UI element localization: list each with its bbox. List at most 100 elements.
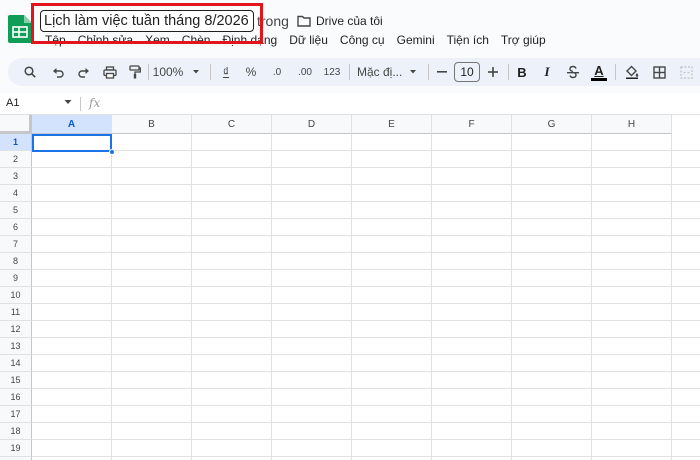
chevron-down-icon — [193, 70, 200, 74]
document-title-input[interactable]: Lịch làm việc tuần tháng 8/2026 — [40, 10, 254, 32]
merge-cells-button[interactable] — [676, 58, 696, 86]
menu-extensions[interactable]: Tiện ích — [447, 31, 489, 49]
row-header-3[interactable]: 3 — [0, 168, 32, 185]
search-menus-button[interactable] — [20, 58, 40, 86]
column-header-a[interactable]: A — [32, 115, 112, 134]
row-header-10[interactable]: 10 — [0, 287, 32, 304]
grid-row-line — [32, 252, 700, 253]
increase-font-size-button[interactable] — [485, 58, 501, 86]
decrease-decimals-label: .0 — [272, 66, 282, 78]
column-header-b[interactable]: B — [112, 115, 192, 134]
fill-handle[interactable] — [109, 149, 115, 155]
paint-bucket-icon — [626, 65, 639, 79]
chevron-down-icon[interactable] — [64, 99, 72, 105]
row-header-7[interactable]: 7 — [0, 236, 32, 253]
number-format-button[interactable]: 123 — [320, 58, 344, 86]
row-header-8[interactable]: 8 — [0, 253, 32, 270]
spreadsheet-grid[interactable]: ABCDEFGH1234567891011121314151617181920 — [0, 115, 700, 460]
paint-format-button[interactable] — [125, 58, 145, 86]
font-size-input[interactable]: 10 — [454, 62, 480, 82]
text-color-swatch — [591, 77, 607, 81]
title-bar: Lịch làm việc tuần tháng 8/2026 trong Dr… — [0, 0, 700, 54]
row-header-12[interactable]: 12 — [0, 321, 32, 338]
menu-gemini[interactable]: Gemini — [397, 31, 435, 49]
row-header-14[interactable]: 14 — [0, 355, 32, 372]
text-color-button[interactable]: A — [589, 58, 609, 86]
row-header-6[interactable]: 6 — [0, 219, 32, 236]
print-icon — [103, 65, 117, 79]
menu-help[interactable]: Trợ giúp — [501, 31, 546, 49]
grid-row-line — [32, 303, 700, 304]
fx-icon: fx — [89, 96, 101, 110]
grid-row-line — [32, 150, 700, 151]
name-box[interactable]: A1 — [6, 97, 19, 109]
text-color-letter: A — [594, 62, 604, 78]
folder-icon[interactable] — [297, 15, 311, 27]
column-header-g[interactable]: G — [512, 115, 592, 134]
column-header-e[interactable]: E — [352, 115, 432, 134]
column-header-d[interactable]: D — [272, 115, 352, 134]
row-header-4[interactable]: 4 — [0, 185, 32, 202]
toolbar: 100% ₫ % .0 .00 123 Mặc đị... 10 B I A — [8, 58, 700, 86]
menu-format[interactable]: Định dạng — [222, 31, 277, 49]
grid-row-line — [32, 456, 700, 457]
column-header-c[interactable]: C — [192, 115, 272, 134]
increase-decimals-label: .00 — [298, 66, 312, 78]
sheets-logo-icon[interactable] — [8, 15, 32, 43]
redo-icon — [78, 68, 89, 78]
zoom-value: 100% — [152, 65, 184, 79]
grid-row-line — [32, 405, 700, 406]
row-header-13[interactable]: 13 — [0, 338, 32, 355]
fill-color-button[interactable] — [622, 58, 642, 86]
font-family-value: Mặc đị... — [357, 65, 403, 79]
grid-column-line — [431, 134, 432, 460]
row-header-1[interactable]: 1 — [0, 134, 32, 151]
borders-icon — [652, 65, 666, 79]
row-header-15[interactable]: 15 — [0, 372, 32, 389]
row-header-16[interactable]: 16 — [0, 389, 32, 406]
select-all-corner[interactable] — [0, 115, 32, 134]
row-header-11[interactable]: 11 — [0, 304, 32, 321]
grid-row-line — [32, 235, 700, 236]
percent-format-button[interactable]: % — [242, 58, 260, 86]
toolbar-separator — [349, 64, 350, 80]
undo-button[interactable] — [48, 58, 68, 86]
in-folder-label: trong — [257, 13, 289, 29]
zoom-select[interactable]: 100% — [151, 58, 205, 86]
minus-icon — [437, 71, 447, 73]
row-header-19[interactable]: 19 — [0, 440, 32, 457]
selected-cell[interactable] — [32, 134, 112, 152]
chevron-down-icon — [410, 70, 417, 74]
currency-format-button[interactable]: ₫ — [218, 58, 234, 86]
drive-location-link[interactable]: Drive của tôi — [316, 14, 383, 28]
bold-button[interactable]: B — [514, 58, 530, 86]
row-header-17[interactable]: 17 — [0, 406, 32, 423]
borders-button[interactable] — [649, 58, 669, 86]
toolbar-separator — [148, 64, 149, 80]
formula-divider — [80, 97, 81, 111]
row-header-9[interactable]: 9 — [0, 270, 32, 287]
grid-row-line — [32, 388, 700, 389]
grid-row-line — [32, 184, 700, 185]
grid-column-line — [111, 134, 112, 460]
row-header-18[interactable]: 18 — [0, 423, 32, 440]
strikethrough-button[interactable] — [564, 58, 582, 86]
row-header-5[interactable]: 5 — [0, 202, 32, 219]
menu-tools[interactable]: Công cụ — [340, 31, 385, 49]
increase-decimals-button[interactable]: .00 — [292, 58, 318, 86]
italic-button[interactable]: I — [539, 58, 555, 86]
menu-data[interactable]: Dữ liệu — [289, 31, 328, 49]
menu-edit[interactable]: Chỉnh sửa — [78, 31, 133, 49]
menu-bar: Tệp Chỉnh sửa Xem Chèn Định dạng Dữ liệu… — [45, 31, 558, 49]
decrease-font-size-button[interactable] — [434, 58, 450, 86]
menu-file[interactable]: Tệp — [45, 31, 66, 49]
decrease-decimals-button[interactable]: .0 — [266, 58, 288, 86]
menu-view[interactable]: Xem — [145, 31, 170, 49]
redo-button[interactable] — [74, 58, 94, 86]
print-button[interactable] — [100, 58, 120, 86]
font-family-select[interactable]: Mặc đị... — [357, 58, 423, 86]
row-header-2[interactable]: 2 — [0, 151, 32, 168]
column-header-h[interactable]: H — [592, 115, 672, 134]
column-header-f[interactable]: F — [432, 115, 512, 134]
menu-insert[interactable]: Chèn — [182, 31, 211, 49]
